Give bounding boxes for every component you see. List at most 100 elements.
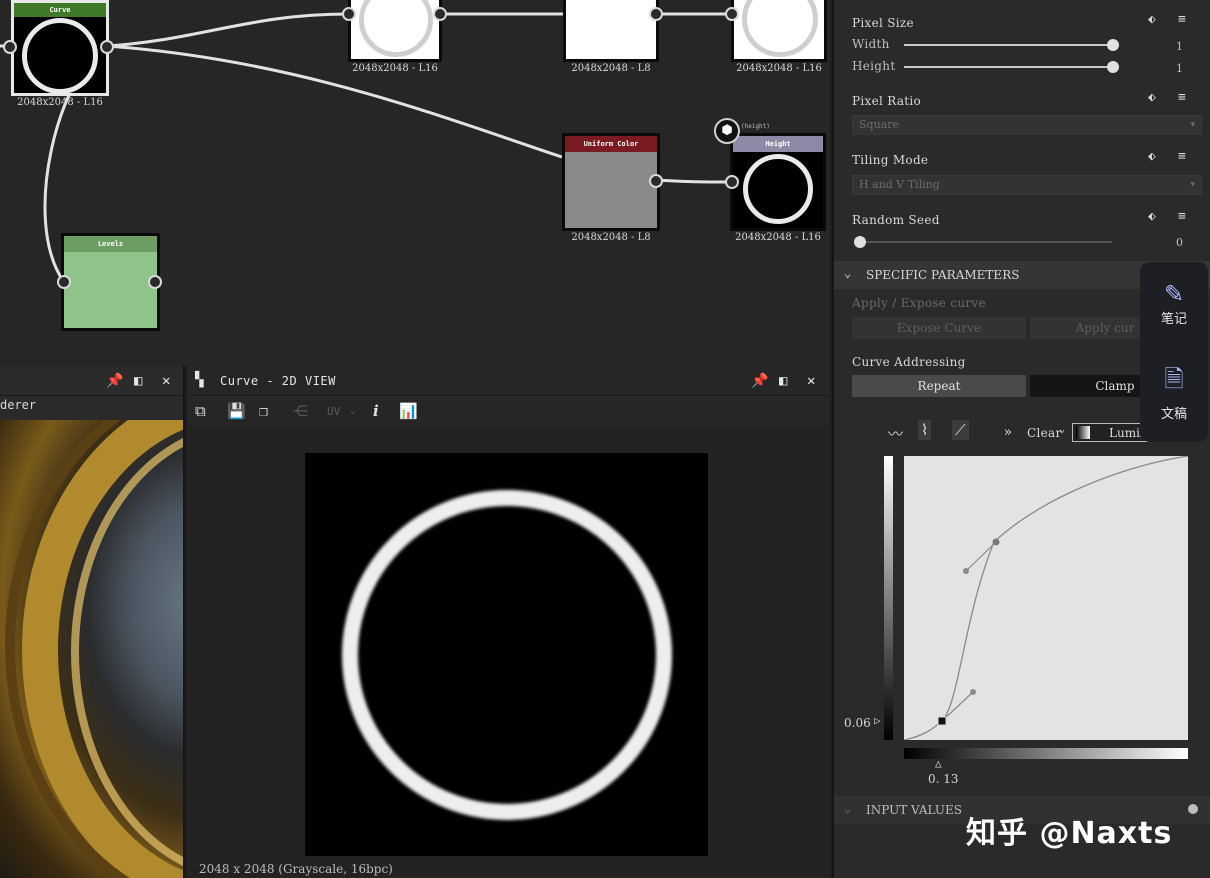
share-icon[interactable]: ⋲ <box>293 402 308 420</box>
output-port[interactable] <box>148 275 162 289</box>
clear-button[interactable]: Clear <box>1027 426 1062 440</box>
ring-preview <box>342 490 672 820</box>
histogram-icon[interactable]: 📊 <box>399 402 418 420</box>
chevron-down-icon[interactable]: ⌄ <box>1059 424 1065 435</box>
seed-slider-track[interactable] <box>858 241 1112 243</box>
chevron-down-icon: ▾ <box>1190 180 1195 190</box>
y-marker-icon[interactable]: ▷ <box>874 714 881 727</box>
curve-x-value: 0. 13 <box>928 772 959 786</box>
seed-slider-knob[interactable] <box>854 236 866 248</box>
curve-editor[interactable] <box>903 455 1189 741</box>
pixel-ratio-select[interactable]: Square ▾ <box>852 115 1202 135</box>
ring-thumbnail <box>359 0 433 57</box>
uv-dropdown[interactable]: UV <box>327 405 340 418</box>
curve-linear-icon[interactable]: ⟋ <box>952 420 969 440</box>
document-icon: 🗎 <box>1164 365 1184 393</box>
node-graph[interactable]: Curve 2048x2048 - L16 2048x2048 - L16 20… <box>0 0 830 366</box>
pin-icon[interactable]: 📌 <box>751 373 768 389</box>
levels-node[interactable]: Levels <box>61 233 160 331</box>
2d-preview-canvas[interactable] <box>305 453 708 856</box>
maximize-icon[interactable]: ◧ <box>779 373 787 389</box>
tiling-mode-label: Tiling Mode <box>852 153 929 167</box>
expose-icon[interactable]: ⬖ <box>1148 90 1156 105</box>
chevron-down-icon: ⌄ <box>844 266 852 280</box>
output-port[interactable] <box>100 40 114 54</box>
renderer-label: derer <box>0 398 37 412</box>
curve-addressing-label: Curve Addressing <box>852 355 966 369</box>
uv-chevron-icon[interactable]: ⌄ <box>350 406 355 416</box>
apply-expose-label: Apply / Expose curve <box>852 296 986 310</box>
curve-node[interactable]: Curve 2048x2048 - L16 <box>11 0 109 108</box>
node-caption: 2048x2048 - L8 <box>571 232 651 243</box>
width-slider-track[interactable] <box>904 44 1112 46</box>
pixel-ratio-label: Pixel Ratio <box>852 94 922 108</box>
input-port[interactable] <box>342 7 356 21</box>
save-icon[interactable]: 💾 <box>227 402 246 420</box>
output-port[interactable] <box>649 7 663 21</box>
render-preview[interactable] <box>0 420 183 878</box>
width-slider-knob[interactable] <box>1107 39 1119 51</box>
menu-icon[interactable]: ≡ <box>1178 149 1186 164</box>
notes-button[interactable]: ✎ 笔记 <box>1140 280 1208 327</box>
input-gradient-bar <box>904 748 1188 759</box>
panel-titlebar: ▚ Curve - 2D VIEW 📌 ◧ ✕ <box>187 366 830 396</box>
pin-icon[interactable]: 📌 <box>106 373 123 389</box>
curve-bezier-icon[interactable]: ⌇ <box>918 420 932 440</box>
node-caption: 2048x2048 - L16 <box>352 63 438 74</box>
menu-icon[interactable]: ≡ <box>1178 209 1186 224</box>
chevron-down-icon: ▾ <box>1190 120 1195 130</box>
curve-plot <box>903 455 1189 741</box>
chevron-down-icon: ⌄ <box>844 801 852 815</box>
node-header: Uniform Color <box>565 136 657 152</box>
info-icon[interactable]: i <box>373 402 379 420</box>
duplicate-icon[interactable]: ❐ <box>259 402 268 420</box>
input-port[interactable] <box>57 275 71 289</box>
ring-thumbnail <box>742 0 818 57</box>
input-port[interactable] <box>725 175 739 189</box>
node-caption: 2048x2048 - L16 <box>17 97 103 108</box>
expose-icon[interactable]: ⬖ <box>1148 149 1156 164</box>
menu-icon[interactable]: ≡ <box>1178 90 1186 105</box>
graph-node[interactable]: 2048x2048 - L16 <box>348 0 442 74</box>
2d-view-panel: ▚ Curve - 2D VIEW 📌 ◧ ✕ ⧉ 💾 ❐ ⋲ UV ⌄ i 📊… <box>187 366 830 878</box>
expose-icon[interactable]: ⬖ <box>1148 12 1156 27</box>
tiling-mode-select[interactable]: H and V Tiling ▾ <box>852 175 1202 195</box>
expose-icon[interactable]: ⬖ <box>1148 209 1156 224</box>
repeat-button[interactable]: Repeat <box>852 375 1026 397</box>
node-header: Curve <box>14 3 106 17</box>
tiling-mode-value: H and V Tiling <box>859 178 940 191</box>
expose-curve-button[interactable]: Expose Curve <box>852 317 1026 339</box>
height-slider-knob[interactable] <box>1107 61 1119 73</box>
close-icon[interactable]: ✕ <box>807 373 815 389</box>
node-caption: 2048x2048 - L16 <box>736 63 822 74</box>
maximize-icon[interactable]: ◧ <box>134 373 142 389</box>
info-dot-icon[interactable] <box>1188 804 1198 814</box>
draft-button[interactable]: 🗎 文稿 <box>1140 362 1208 422</box>
section-title: SPECIFIC PARAMETERS <box>866 268 1020 282</box>
copy-view-icon[interactable]: ⧉ <box>195 402 206 420</box>
random-seed-label: Random Seed <box>852 213 940 227</box>
graph-node[interactable]: 2048x2048 - L16 <box>731 0 827 74</box>
random-seed-value[interactable]: 0 <box>1176 236 1183 249</box>
output-port[interactable] <box>433 7 447 21</box>
input-port[interactable] <box>725 7 739 21</box>
checker-icon: ▚ <box>195 372 204 388</box>
height-slider-track[interactable] <box>904 66 1112 68</box>
graph-node[interactable]: 2048x2048 - L8 <box>563 0 659 74</box>
curve-smooth-icon[interactable]: 〰 <box>888 423 903 444</box>
output-node-icon[interactable]: ⬢ <box>714 118 740 144</box>
view-toolbar: ⧉ 💾 ❐ ⋲ UV ⌄ i 📊 <box>187 396 830 426</box>
height-node[interactable]: Height 2048x2048 - L16 <box>730 133 826 243</box>
close-icon[interactable]: ✕ <box>162 373 170 389</box>
menu-icon[interactable]: ≡ <box>1178 12 1186 27</box>
pixel-ratio-value: Square <box>859 118 899 131</box>
x-marker-icon[interactable]: △ <box>935 757 942 770</box>
section-title: INPUT VALUES <box>866 803 962 817</box>
width-value[interactable]: 1 <box>1176 40 1183 53</box>
expand-icon[interactable]: » <box>1004 425 1012 440</box>
input-port[interactable] <box>3 40 17 54</box>
draft-label: 文稿 <box>1160 407 1187 422</box>
uniform-color-node[interactable]: Uniform Color 2048x2048 - L8 <box>562 133 660 243</box>
height-value[interactable]: 1 <box>1176 62 1183 75</box>
output-port[interactable] <box>649 174 663 188</box>
